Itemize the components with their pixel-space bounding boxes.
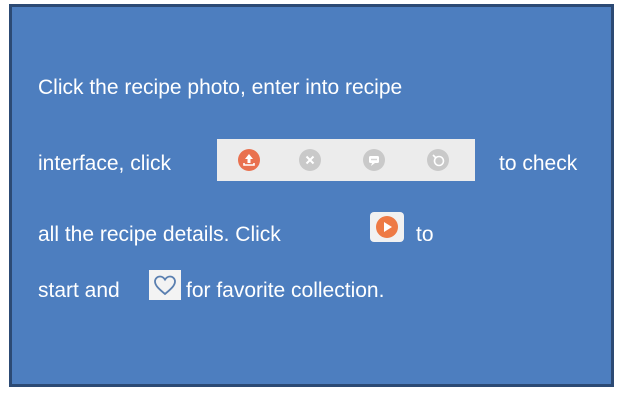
instruction-line-1: Click the recipe photo, enter into recip… bbox=[38, 76, 403, 99]
play-button-image bbox=[370, 212, 404, 242]
instruction-line-3-end: to bbox=[416, 223, 434, 246]
recipe-toolbar-image bbox=[217, 139, 475, 181]
instruction-line-4-end: for favorite collection. bbox=[186, 279, 385, 302]
instruction-panel: Click the recipe photo, enter into recip… bbox=[9, 4, 614, 387]
instruction-line-2-end: to check bbox=[499, 152, 578, 175]
instruction-line-2-start: interface, click bbox=[38, 152, 172, 175]
heart-icon bbox=[149, 270, 181, 300]
instruction-line-3-start: all the recipe details. Click bbox=[38, 223, 281, 246]
instruction-line-4-start: start and bbox=[38, 279, 120, 302]
upload-icon bbox=[238, 149, 260, 171]
close-icon bbox=[299, 149, 321, 171]
comment-icon bbox=[363, 149, 385, 171]
timer-icon bbox=[427, 149, 449, 171]
